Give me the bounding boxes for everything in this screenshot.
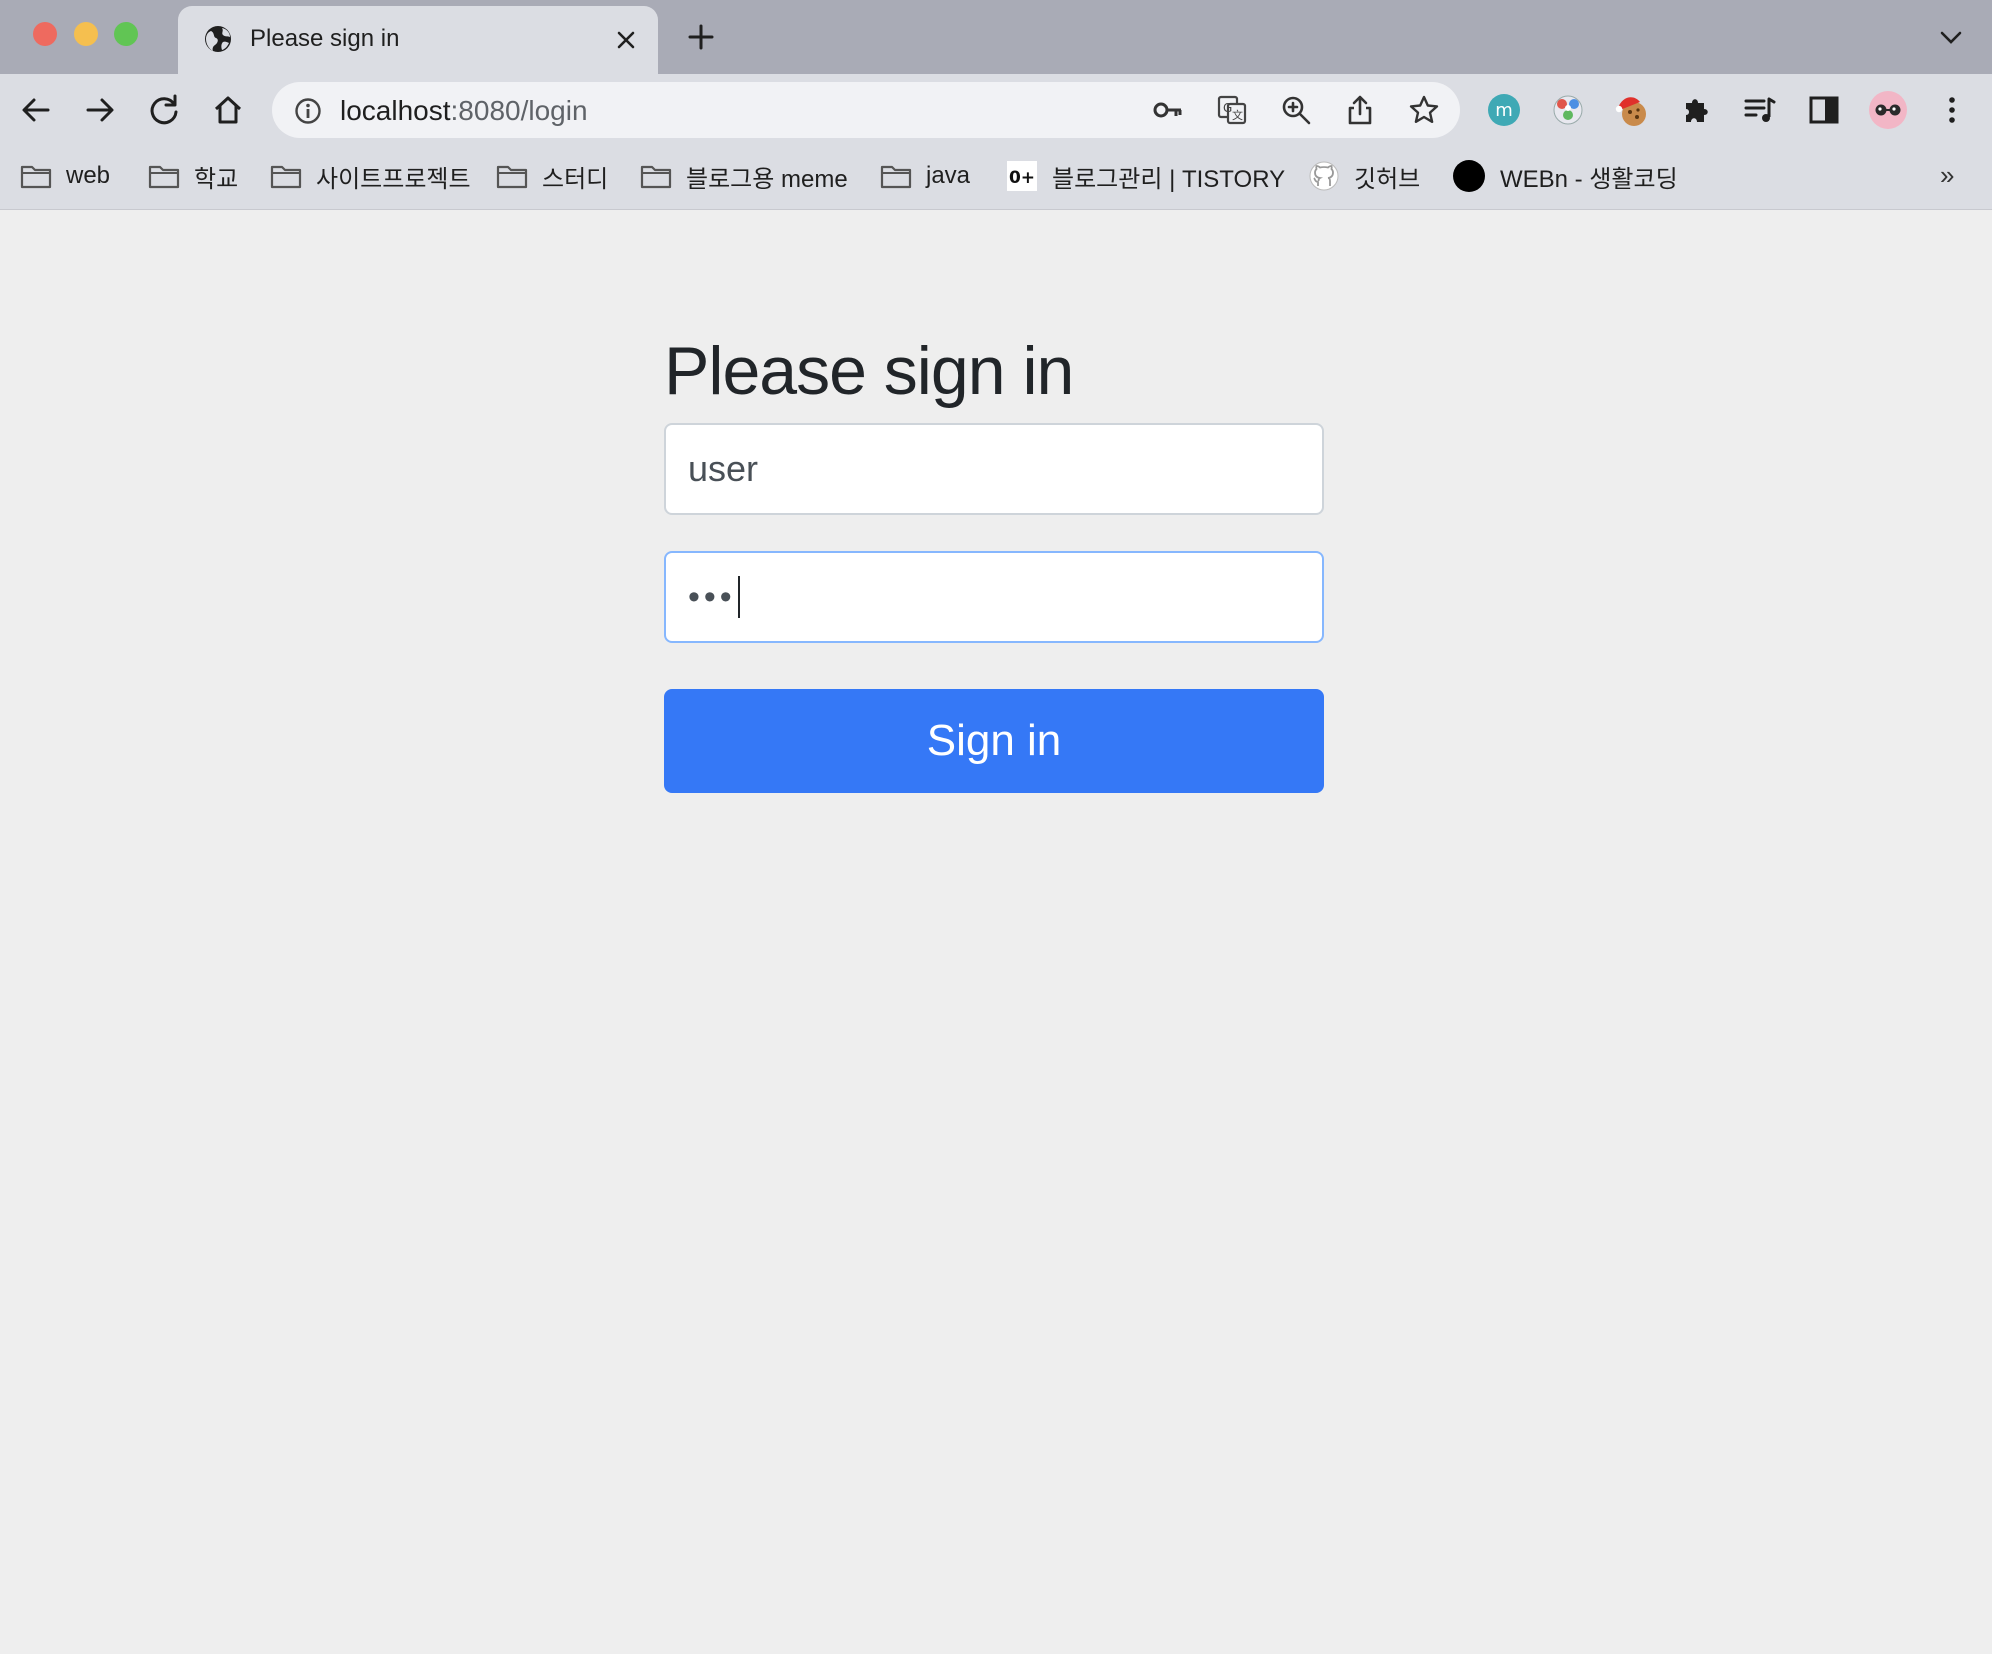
bookmark-folder-blog-meme[interactable]: 블로그용 meme <box>640 158 848 194</box>
bookmark-folder-web[interactable]: web <box>20 158 110 194</box>
minimize-window-button[interactable] <box>74 22 98 46</box>
site-info-icon[interactable] <box>294 97 322 125</box>
signin-form: Please sign in user ••• Sign in <box>664 331 1324 793</box>
title-bar: Please sign in <box>0 0 1992 74</box>
bookmark-webn[interactable]: WEBn - 생활코딩 <box>1452 158 1678 194</box>
close-tab-icon[interactable] <box>614 28 638 52</box>
bookmark-label: 깃허브 <box>1354 165 1421 193</box>
folder-icon <box>880 165 912 189</box>
bookmark-star-icon[interactable] <box>1408 94 1440 126</box>
puzzle-extensions-icon[interactable] <box>1678 92 1714 128</box>
home-icon[interactable] <box>210 92 246 128</box>
bookmark-tistory[interactable]: 0+ 블로그관리 | TISTORY <box>1006 158 1285 194</box>
svg-text:文: 文 <box>1232 108 1243 122</box>
profile-avatar-icon[interactable] <box>1868 90 1908 130</box>
bookmark-label: 블로그관리 | TISTORY <box>1052 165 1286 193</box>
bookmark-label: 사이트프로젝트 <box>316 165 471 193</box>
password-input[interactable]: ••• <box>664 551 1324 643</box>
sign-in-button[interactable]: Sign in <box>664 689 1324 793</box>
zoom-icon[interactable] <box>1280 94 1312 126</box>
bookmark-label: web <box>66 162 111 189</box>
reading-list-icon[interactable] <box>1742 92 1778 128</box>
color-picker-extension-icon[interactable] <box>1550 92 1586 128</box>
password-masked-value: ••• <box>688 577 736 616</box>
svg-text:G: G <box>1223 101 1232 115</box>
reload-icon[interactable] <box>146 92 182 128</box>
maximize-window-button[interactable] <box>114 22 138 46</box>
bookmark-folder-java[interactable]: java <box>880 158 970 194</box>
black-circle-icon <box>1453 160 1485 192</box>
svg-text:0+: 0+ <box>1009 168 1035 188</box>
page-heading: Please sign in <box>664 333 1074 409</box>
cookie-santa-extension-icon[interactable] <box>1614 92 1650 128</box>
folder-icon <box>496 165 528 189</box>
text-caret <box>737 576 740 618</box>
bookmark-label: WEBn - 생활코딩 <box>1500 165 1678 193</box>
key-icon[interactable] <box>1152 94 1184 126</box>
github-icon <box>1309 161 1339 191</box>
bookmarks-overflow-button[interactable]: » <box>1940 160 1954 191</box>
url-text[interactable]: localhost:8080/login <box>340 95 588 127</box>
folder-icon <box>148 165 180 189</box>
translate-icon[interactable]: G 文 <box>1216 94 1248 126</box>
folder-icon <box>640 165 672 189</box>
url-host: localhost <box>340 95 451 126</box>
share-icon[interactable] <box>1344 94 1376 126</box>
bookmark-folder-study[interactable]: 스터디 <box>496 158 608 194</box>
back-arrow-icon[interactable] <box>18 92 54 128</box>
bookmark-label: java <box>926 162 971 189</box>
tistory-icon: 0+ <box>1007 161 1037 191</box>
bookmark-folder-school[interactable]: 학교 <box>148 158 238 194</box>
active-tab[interactable]: Please sign in <box>178 6 658 74</box>
extension-m-icon[interactable]: m <box>1486 92 1522 128</box>
globe-icon <box>205 26 231 52</box>
bookmark-label: 블로그용 meme <box>686 165 848 193</box>
chevron-down-icon[interactable] <box>1938 28 1964 48</box>
tab-title: Please sign in <box>250 25 400 52</box>
bookmark-label: 학교 <box>194 165 239 193</box>
bookmark-label: 스터디 <box>542 165 609 193</box>
folder-icon <box>20 165 52 189</box>
page-content: Please sign in user ••• Sign in <box>0 211 1992 1654</box>
url-path: :8080/login <box>450 95 588 126</box>
username-value: user <box>688 448 759 489</box>
close-window-button[interactable] <box>33 22 57 46</box>
bookmark-folder-site-project[interactable]: 사이트프로젝트 <box>270 158 471 194</box>
extension-m-label: m <box>1495 100 1513 121</box>
forward-arrow-icon[interactable] <box>82 92 118 128</box>
username-input[interactable]: user <box>664 423 1324 515</box>
bookmarks-bar: web 학교 사이트프로젝트 스터디 블로그용 meme java 0+ 블로그… <box>0 146 1992 210</box>
new-tab-icon[interactable] <box>686 22 716 52</box>
folder-icon <box>270 165 302 189</box>
side-panel-icon[interactable] <box>1806 92 1842 128</box>
more-menu-icon[interactable] <box>1934 92 1970 128</box>
browser-toolbar: localhost:8080/login G 文 m <box>0 74 1992 146</box>
address-bar[interactable]: localhost:8080/login G 文 <box>272 82 1460 138</box>
bookmark-github[interactable]: 깃허브 <box>1308 158 1420 194</box>
